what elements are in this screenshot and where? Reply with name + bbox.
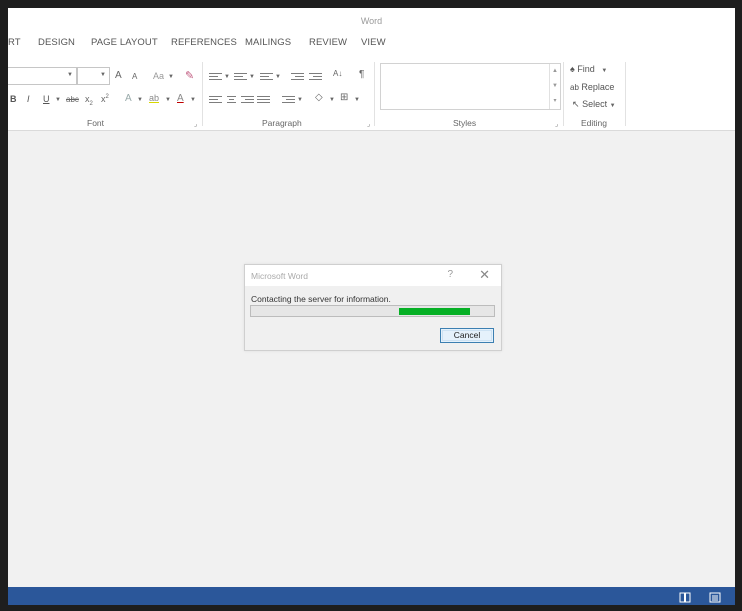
help-icon[interactable]: ?: [447, 269, 453, 280]
styles-scrollbar[interactable]: ▲ ▼ ▾: [549, 64, 560, 109]
cancel-button[interactable]: Cancel: [440, 328, 494, 343]
chevron-down-icon: ▼: [168, 74, 174, 80]
font-dialog-launcher-icon[interactable]: ⌟: [194, 120, 197, 128]
ribbon-tabs: RT DESIGN PAGE LAYOUT REFERENCES MAILING…: [8, 33, 735, 58]
numbering-icon[interactable]: [234, 71, 247, 81]
scroll-up-icon[interactable]: ▲: [550, 64, 560, 79]
window-title: Word: [360, 16, 383, 26]
progress-fill: [399, 308, 470, 315]
font-name-box[interactable]: ▼: [8, 67, 77, 85]
read-mode-icon[interactable]: [679, 590, 691, 603]
font-color-button[interactable]: A: [177, 93, 184, 104]
styles-group-label: Styles: [453, 118, 477, 128]
chevron-down-icon: ▼: [100, 72, 106, 78]
align-left-icon[interactable]: [209, 94, 222, 104]
close-icon[interactable]: ✕: [479, 267, 490, 283]
chevron-down-icon: ▼: [354, 97, 360, 103]
replace-icon: ab: [570, 83, 579, 92]
increase-indent-icon[interactable]: [309, 71, 322, 81]
show-marks-button[interactable]: ¶: [359, 69, 364, 80]
chevron-down-icon: ▼: [275, 74, 281, 80]
print-layout-icon[interactable]: [709, 590, 721, 603]
editing-group-label: Editing: [581, 118, 607, 128]
strikethrough-button[interactable]: abc: [66, 95, 79, 104]
bullets-icon[interactable]: [209, 71, 222, 81]
styles-dialog-launcher-icon[interactable]: ⌟: [555, 120, 558, 128]
dialog-title-bar: Microsoft Word ? ✕: [245, 265, 501, 286]
find-button[interactable]: ♠ Find ▼: [570, 64, 607, 74]
cursor-arrow-icon: ↖: [572, 99, 580, 109]
select-button[interactable]: ↖ Select ▼: [572, 99, 616, 110]
borders-icon[interactable]: ⊞: [340, 92, 348, 103]
word-window: Word RT DESIGN PAGE LAYOUT REFERENCES MA…: [8, 8, 735, 605]
paragraph-group-label: Paragraph: [262, 118, 302, 128]
grow-font-button[interactable]: A: [115, 70, 122, 81]
subscript-mark: 2: [89, 100, 93, 107]
scroll-down-icon[interactable]: ▼: [550, 79, 560, 94]
chevron-down-icon: ▼: [224, 74, 230, 80]
replace-label: Replace: [581, 82, 615, 92]
select-label: Select: [582, 99, 608, 109]
justify-icon[interactable]: [257, 94, 270, 104]
tab-insert[interactable]: RT: [8, 37, 21, 48]
font-group-label: Font: [87, 118, 105, 128]
chevron-down-icon: ▼: [249, 74, 255, 80]
shading-icon[interactable]: ◇: [315, 92, 323, 103]
tab-references[interactable]: REFERENCES: [171, 37, 237, 48]
chevron-down-icon: ▼: [55, 97, 61, 103]
status-bar: [8, 587, 735, 605]
font-size-box[interactable]: ▼: [77, 67, 110, 85]
italic-button[interactable]: I: [27, 94, 30, 104]
chevron-down-icon: ▼: [609, 103, 616, 109]
group-separator: [563, 62, 564, 126]
tab-view[interactable]: VIEW: [361, 37, 386, 48]
sort-button[interactable]: A↓: [333, 69, 342, 78]
dialog-title: Microsoft Word: [251, 271, 308, 281]
tab-page-layout[interactable]: PAGE LAYOUT: [91, 37, 158, 48]
group-separator: [374, 62, 375, 126]
shrink-font-button[interactable]: A: [132, 72, 137, 81]
multilevel-list-icon[interactable]: [260, 71, 273, 81]
chevron-down-icon: ▼: [137, 97, 143, 103]
tab-review[interactable]: REVIEW: [309, 37, 347, 48]
underline-button[interactable]: U: [43, 94, 50, 104]
superscript-button[interactable]: x2: [101, 94, 109, 104]
highlight-button[interactable]: ab: [149, 93, 159, 103]
decrease-indent-icon[interactable]: [291, 71, 304, 81]
align-right-icon[interactable]: [241, 94, 254, 104]
tab-mailings[interactable]: MAILINGS: [245, 37, 291, 48]
more-styles-icon[interactable]: ▾: [550, 94, 560, 109]
chevron-down-icon: ▼: [165, 97, 171, 103]
chevron-down-icon: ▼: [329, 97, 335, 103]
superscript-mark: 2: [105, 94, 109, 100]
subscript-button[interactable]: x2: [85, 94, 93, 107]
text-effects-button[interactable]: A: [125, 93, 132, 104]
change-case-button[interactable]: Aa: [153, 71, 164, 81]
find-label: Find: [577, 64, 595, 74]
chevron-down-icon: ▼: [601, 68, 608, 74]
group-separator: [202, 62, 203, 126]
replace-button[interactable]: ab Replace: [570, 82, 614, 92]
tab-design[interactable]: DESIGN: [38, 37, 75, 48]
align-center-icon[interactable]: [225, 94, 238, 104]
group-separator: [625, 62, 626, 126]
clear-formatting-icon[interactable]: ✎: [185, 69, 194, 82]
ribbon: ▼ ▼ A A Aa ▼ ✎ B I U ▼ abc x2 x2 A ▼ ab …: [8, 58, 735, 131]
title-bar: Word: [8, 8, 735, 33]
progress-dialog: Microsoft Word ? ✕ Contacting the server…: [244, 264, 502, 351]
progress-bar: [250, 305, 495, 317]
bold-button[interactable]: B: [10, 94, 17, 104]
binoculars-icon: ♠: [570, 64, 575, 74]
chevron-down-icon: ▼: [297, 97, 303, 103]
dialog-message: Contacting the server for information.: [251, 294, 391, 304]
paragraph-dialog-launcher-icon[interactable]: ⌟: [367, 120, 370, 128]
styles-gallery[interactable]: ▲ ▼ ▾: [380, 63, 561, 110]
chevron-down-icon: ▼: [67, 72, 73, 78]
line-spacing-icon[interactable]: [282, 94, 295, 104]
chevron-down-icon: ▼: [190, 97, 196, 103]
